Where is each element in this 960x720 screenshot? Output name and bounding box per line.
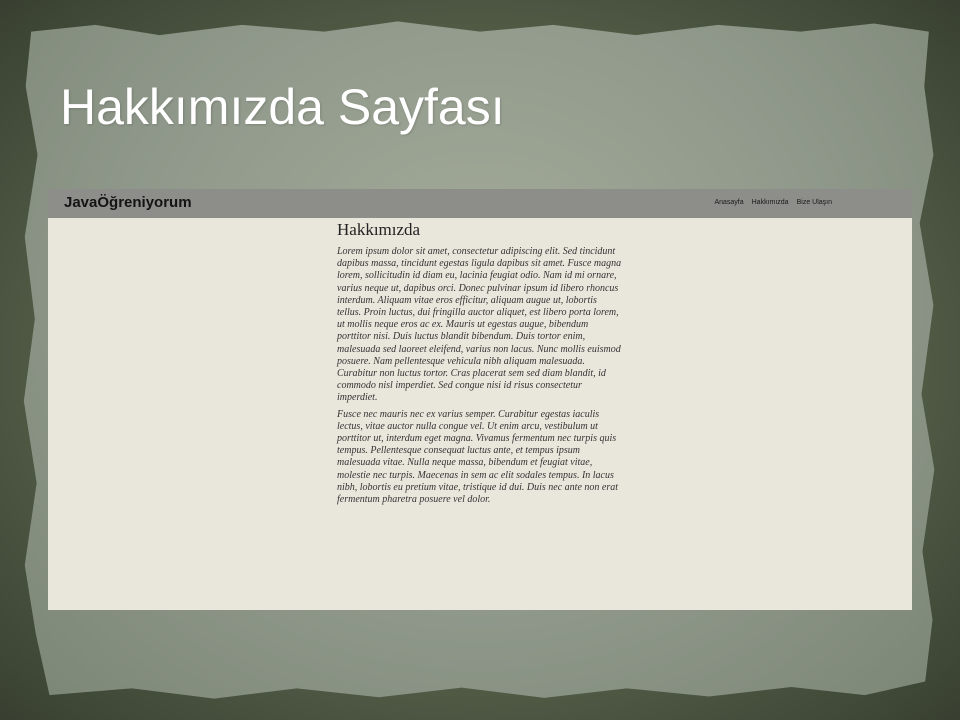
nav-link-hakkimizda[interactable]: Hakkımızda [752, 199, 789, 206]
nav-link-anasayfa[interactable]: Anasayfa [714, 199, 743, 206]
nav-menu: Anasayfa Hakkımızda Bize Ulaşın [714, 199, 832, 206]
paragraph: Lorem ipsum dolor sit amet, consectetur … [337, 246, 622, 404]
paragraph: Fusce nec mauris nec ex varius semper. C… [337, 408, 618, 506]
navbar: JavaÖğreniyorum Anasayfa Hakkımızda Bize… [48, 189, 912, 218]
brand-logo[interactable]: JavaÖğreniyorum [64, 194, 192, 211]
slide-title: Hakkımızda Sayfası [60, 79, 505, 135]
page-heading: Hakkımızda [337, 220, 421, 239]
nav-link-bize-ulasin[interactable]: Bize Ulaşın [797, 199, 832, 206]
about-content: Hakkımızda Lorem ipsum dolor sit amet, c… [337, 220, 623, 510]
website-screenshot: JavaÖğreniyorum Anasayfa Hakkımızda Bize… [48, 189, 912, 610]
